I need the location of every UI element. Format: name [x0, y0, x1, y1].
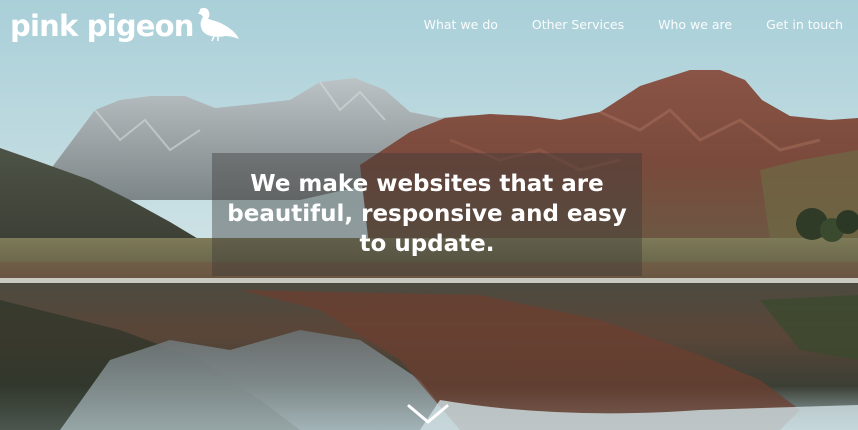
- chevron-down-icon[interactable]: [406, 402, 450, 428]
- nav-who-we-are[interactable]: Who we are: [658, 17, 732, 32]
- hero-section: pink pigeon What we do Other Services Wh…: [0, 0, 858, 430]
- main-navigation: What we do Other Services Who we are Get…: [424, 17, 843, 32]
- tagline-overlay: We make websites that are beautiful, res…: [212, 153, 642, 276]
- pigeon-icon: [197, 8, 239, 42]
- hero-tagline: We make websites that are beautiful, res…: [227, 171, 627, 257]
- brand-name: pink pigeon: [10, 9, 194, 43]
- nav-get-in-touch[interactable]: Get in touch: [766, 17, 843, 32]
- nav-what-we-do[interactable]: What we do: [424, 17, 498, 32]
- brand-logo[interactable]: pink pigeon: [10, 6, 240, 46]
- nav-other-services[interactable]: Other Services: [532, 17, 624, 32]
